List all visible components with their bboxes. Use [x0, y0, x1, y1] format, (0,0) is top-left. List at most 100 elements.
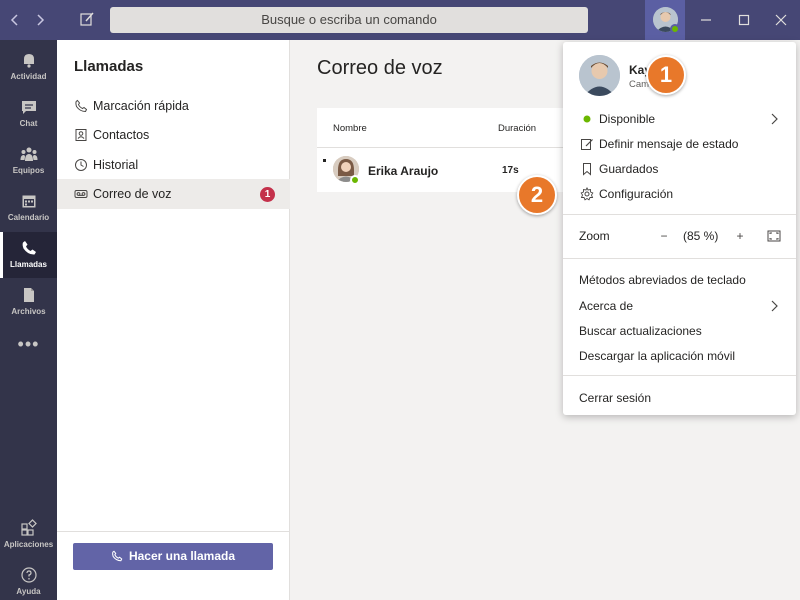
unread-indicator	[323, 159, 326, 162]
rail-item-label: Archivos	[11, 307, 46, 316]
phone-icon	[22, 241, 36, 255]
menu-item-settings[interactable]: Configuración	[563, 182, 796, 206]
menu-item-check-updates[interactable]: Buscar actualizaciones	[563, 319, 796, 343]
fullscreen-icon[interactable]	[767, 230, 781, 242]
apps-icon	[20, 519, 37, 536]
menu-item-keyboard-shortcuts[interactable]: Métodos abreviados de teclado	[563, 268, 796, 292]
menu-item-label: Acerca de	[579, 299, 634, 313]
table-header: Nombre Duración	[317, 108, 567, 148]
profile-menu: Kay pool Cam agen Disponible Definir men…	[563, 42, 796, 415]
contacts-icon	[75, 129, 87, 141]
search-input[interactable]: Busque o escriba un comando	[110, 7, 588, 33]
callout-1: 1	[646, 55, 686, 95]
menu-item-sign-out[interactable]: Cerrar sesión	[563, 386, 796, 410]
make-call-label: Hacer una llamada	[128, 549, 236, 563]
unread-badge: 1	[260, 187, 275, 202]
nav-item-label: Correo de voz	[93, 187, 172, 201]
zoom-label: Zoom	[579, 229, 610, 243]
rail-item-calendar[interactable]: Calendario	[0, 185, 57, 231]
nav-item-label: Historial	[93, 158, 139, 172]
menu-item-label: Cerrar sesión	[579, 391, 652, 405]
close-icon[interactable]	[772, 11, 790, 29]
column-header-name[interactable]: Nombre	[333, 123, 367, 134]
zoom-in-button[interactable]: +	[733, 224, 747, 248]
column-header-duration[interactable]: Duración	[498, 123, 536, 134]
maximize-icon[interactable]	[735, 11, 753, 29]
nav-item-history[interactable]: Historial	[57, 150, 290, 180]
rail-item-label: Aplicaciones	[3, 540, 54, 549]
menu-item-download-mobile[interactable]: Descargar la aplicación móvil	[563, 344, 796, 368]
page-title: Correo de voz	[317, 57, 443, 79]
rail-item-label: Ayuda	[16, 587, 41, 596]
zoom-control: Zoom − (85 %) +	[563, 224, 796, 248]
menu-item-about[interactable]: Acerca de	[563, 294, 796, 318]
menu-item-set-status-message[interactable]: Definir mensaje de estado	[563, 132, 796, 156]
chat-icon	[21, 101, 36, 114]
voicemail-icon	[74, 190, 88, 198]
bell-icon	[23, 54, 34, 68]
menu-item-status[interactable]: Disponible	[563, 107, 796, 131]
menu-item-label: Buscar actualizaciones	[579, 324, 702, 338]
rail-item-files[interactable]: Archivos	[0, 279, 57, 325]
phone-icon	[75, 99, 88, 113]
rail-item-activity[interactable]: Actividad	[0, 44, 57, 90]
panel-footer: Hacer una llamada	[57, 531, 290, 600]
menu-divider	[563, 258, 796, 259]
gear-icon	[580, 187, 594, 201]
callout-2: 2	[517, 175, 557, 215]
clock-icon	[75, 159, 87, 171]
profile-button[interactable]	[645, 0, 685, 40]
teams-icon	[20, 147, 37, 161]
chevron-right-icon	[771, 300, 778, 312]
rail-item-label: Actividad	[10, 72, 47, 81]
avatar	[579, 55, 620, 96]
caller-name: Erika Araujo	[368, 164, 439, 178]
zoom-out-button[interactable]: −	[657, 224, 671, 248]
menu-item-label: Definir mensaje de estado	[599, 137, 739, 151]
calendar-icon	[22, 195, 35, 208]
rail-item-label: Equipos	[12, 166, 45, 175]
edit-icon	[581, 139, 593, 150]
chevron-right-icon[interactable]	[31, 11, 49, 29]
more-apps-icon[interactable]: •••	[0, 334, 57, 355]
menu-item-label: Métodos abreviados de teclado	[579, 273, 746, 287]
menu-item-saved[interactable]: Guardados	[563, 157, 796, 181]
chevron-right-icon	[771, 113, 778, 125]
calls-panel: Llamadas Marcación rápida Contactos Hist…	[57, 40, 290, 600]
compose-icon[interactable]	[78, 10, 96, 28]
call-duration: 17s	[502, 165, 519, 176]
app-rail: Actividad Chat Equipos Calendario Llamad…	[0, 40, 57, 600]
chevron-left-icon[interactable]	[6, 11, 24, 29]
title-bar: Busque o escriba un comando	[0, 0, 800, 40]
rail-item-label: Chat	[19, 119, 38, 128]
rail-item-help[interactable]: Ayuda	[0, 559, 57, 600]
status-available-icon	[583, 115, 591, 123]
minimize-icon[interactable]	[697, 11, 715, 29]
rail-item-apps[interactable]: Aplicaciones	[0, 512, 57, 558]
menu-divider	[563, 375, 796, 376]
zoom-value: (85 %)	[683, 229, 719, 243]
rail-item-teams[interactable]: Equipos	[0, 138, 57, 184]
nav-item-label: Contactos	[93, 128, 150, 142]
file-icon	[23, 288, 34, 302]
nav-item-voicemail[interactable]: Correo de voz 1	[57, 179, 290, 209]
status-label: Disponible	[599, 112, 656, 126]
panel-title: Llamadas	[74, 58, 144, 75]
nav-item-contacts[interactable]: Contactos	[57, 120, 290, 150]
make-call-button[interactable]: Hacer una llamada	[73, 543, 273, 570]
menu-item-label: Guardados	[599, 162, 659, 176]
rail-item-label: Llamadas	[10, 260, 47, 269]
menu-item-label: Descargar la aplicación móvil	[579, 349, 736, 363]
rail-item-label: Calendario	[7, 213, 50, 222]
phone-icon	[112, 550, 123, 562]
menu-item-label: Configuración	[599, 187, 674, 201]
rail-item-chat[interactable]: Chat	[0, 91, 57, 137]
nav-item-label: Marcación rápida	[93, 99, 189, 113]
help-icon	[20, 567, 37, 583]
rail-item-calls[interactable]: Llamadas	[0, 232, 57, 278]
bookmark-icon	[583, 163, 591, 176]
nav-item-speed-dial[interactable]: Marcación rápida	[57, 91, 290, 121]
status-available-icon	[670, 24, 680, 34]
status-available-icon	[350, 175, 360, 185]
menu-divider	[563, 214, 796, 215]
